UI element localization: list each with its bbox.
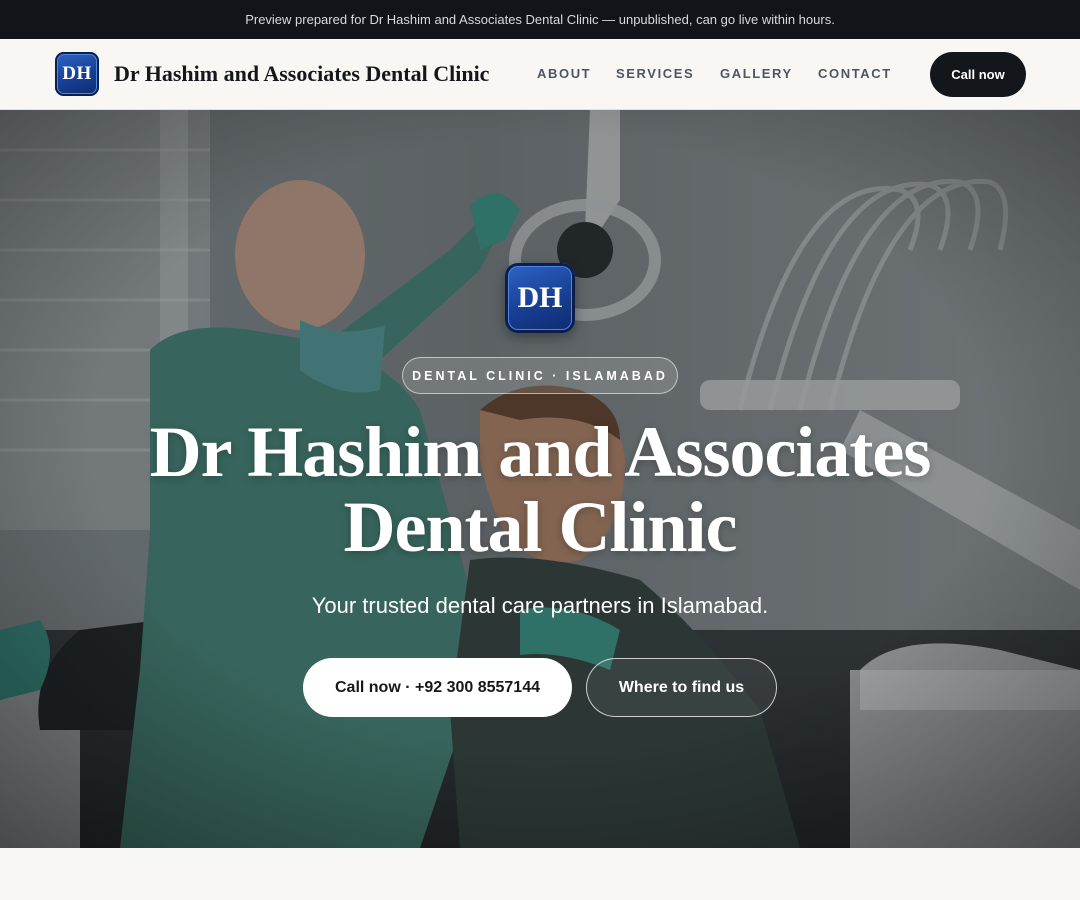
logo-initials: DH bbox=[62, 63, 92, 84]
preview-banner: Preview prepared for Dr Hashim and Assoc… bbox=[0, 0, 1080, 39]
hero-title-line1: Dr Hashim and Associates bbox=[149, 412, 932, 492]
nav-gallery[interactable]: GALLERY bbox=[720, 66, 793, 81]
hero-eyebrow-text: DENTAL CLINIC · ISLAMABAD bbox=[412, 368, 668, 383]
hero-logo-initials: DH bbox=[517, 281, 563, 314]
hero-call-button[interactable]: Call now · +92 300 8557144 bbox=[303, 658, 572, 717]
hero-eyebrow-badge: DENTAL CLINIC · ISLAMABAD bbox=[402, 357, 678, 394]
nav-contact[interactable]: CONTACT bbox=[818, 66, 892, 81]
call-now-button[interactable]: Call now bbox=[930, 52, 1026, 97]
hero-logo: DH bbox=[505, 263, 575, 333]
hero-section: DH DENTAL CLINIC · ISLAMABAD Dr Hashim a… bbox=[0, 110, 1080, 848]
hero-location-button[interactable]: Where to find us bbox=[586, 658, 777, 717]
nav-services[interactable]: SERVICES bbox=[616, 66, 694, 81]
hero-subtitle: Your trusted dental care partners in Isl… bbox=[311, 593, 769, 618]
nav-about[interactable]: ABOUT bbox=[537, 66, 591, 81]
hero-title: Dr Hashim and Associates Dental Clinic bbox=[0, 415, 1080, 565]
preview-banner-text: Preview prepared for Dr Hashim and Assoc… bbox=[245, 12, 835, 27]
site-header: DH Dr Hashim and Associates Dental Clini… bbox=[0, 39, 1080, 110]
hero-title-line2: Dental Clinic bbox=[343, 487, 738, 567]
brand-name[interactable]: Dr Hashim and Associates Dental Clinic bbox=[114, 61, 489, 87]
clinic-logo[interactable]: DH bbox=[55, 52, 99, 96]
